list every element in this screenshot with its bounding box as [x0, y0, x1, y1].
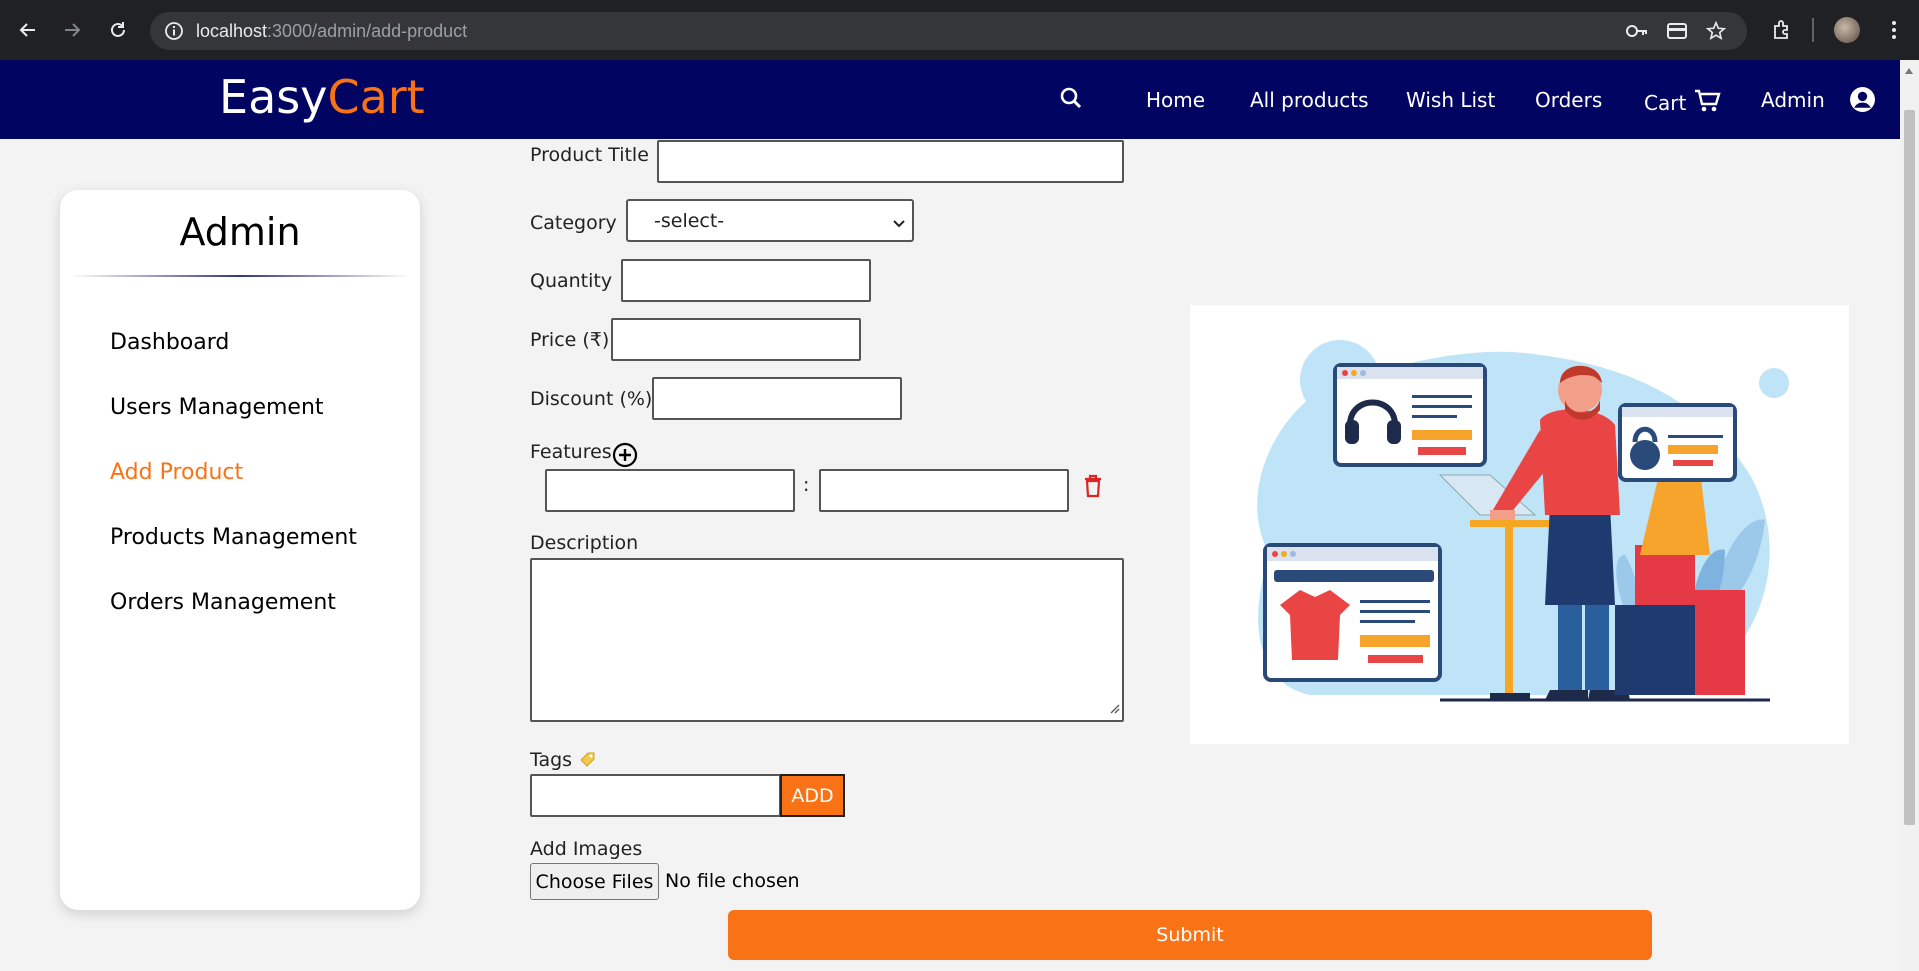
- sidebar-item-add-product[interactable]: Add Product: [110, 460, 243, 485]
- description-label: Description: [530, 532, 639, 554]
- nav-wish-list[interactable]: Wish List: [1406, 88, 1495, 112]
- forward-icon[interactable]: [58, 16, 86, 44]
- page-scrollbar[interactable]: [1900, 60, 1919, 971]
- feature-separator: :: [803, 474, 810, 496]
- nav-home[interactable]: Home: [1146, 88, 1205, 112]
- scrollbar-thumb[interactable]: [1904, 110, 1915, 825]
- sidebar-divider: [70, 275, 410, 277]
- submit-button[interactable]: Submit: [728, 910, 1652, 960]
- nav-cart[interactable]: Cart: [1644, 88, 1721, 115]
- browser-toolbar: localhost:3000/admin/add-product: [0, 0, 1919, 60]
- add-images-label: Add Images: [530, 838, 643, 860]
- key-icon[interactable]: [1625, 21, 1649, 45]
- sidebar-item-products-management[interactable]: Products Management: [110, 525, 357, 550]
- tags-label: Tags: [530, 749, 598, 771]
- scroll-up-arrow-icon[interactable]: [1905, 68, 1913, 74]
- add-feature-icon[interactable]: [612, 442, 638, 472]
- product-title-input[interactable]: [657, 140, 1124, 183]
- quantity-input[interactable]: [621, 259, 871, 302]
- back-icon[interactable]: [14, 16, 42, 44]
- reload-icon[interactable]: [104, 16, 132, 44]
- discount-label: Discount (%): [530, 388, 653, 410]
- features-label: Features: [530, 441, 612, 463]
- sidebar-item-orders-management[interactable]: Orders Management: [110, 590, 336, 615]
- add-tag-button[interactable]: ADD: [780, 774, 845, 817]
- choose-files-button[interactable]: Choose Files: [530, 863, 659, 900]
- price-label: Price (₹): [530, 329, 610, 351]
- url-text: localhost:3000/admin/add-product: [196, 21, 468, 41]
- resize-handle-icon[interactable]: [1108, 699, 1120, 718]
- search-icon[interactable]: [1059, 86, 1083, 114]
- category-label: Category: [530, 212, 617, 234]
- site-info-icon[interactable]: [164, 21, 184, 45]
- tag-icon: [580, 752, 595, 767]
- delete-feature-icon[interactable]: [1083, 474, 1103, 502]
- feature-value-input[interactable]: [819, 469, 1069, 512]
- sidebar-item-users-management[interactable]: Users Management: [110, 395, 324, 420]
- user-account-icon[interactable]: [1849, 86, 1876, 117]
- tags-input[interactable]: [530, 774, 781, 817]
- profile-avatar[interactable]: [1834, 17, 1860, 43]
- product-title-label: Product Title: [530, 144, 649, 166]
- feature-key-input[interactable]: [545, 469, 795, 512]
- menu-kebab-icon[interactable]: [1880, 16, 1908, 44]
- bookmark-star-icon[interactable]: [1705, 20, 1727, 45]
- brand-logo[interactable]: EasyCart: [219, 70, 425, 124]
- address-bar[interactable]: localhost:3000/admin/add-product: [150, 12, 1747, 50]
- chevron-down-icon: [892, 213, 906, 235]
- ecommerce-illustration-image: [1257, 340, 1789, 702]
- quantity-label: Quantity: [530, 270, 613, 292]
- extensions-icon[interactable]: [1768, 16, 1796, 44]
- description-textarea[interactable]: [530, 558, 1124, 722]
- price-input[interactable]: [611, 318, 861, 361]
- card-icon[interactable]: [1666, 21, 1688, 45]
- category-select[interactable]: -select-: [626, 199, 914, 242]
- toolbar-separator: [1812, 18, 1814, 42]
- cart-icon: [1694, 89, 1721, 112]
- file-status-text: No file chosen: [665, 870, 800, 892]
- shopping-illustration: [1190, 305, 1849, 744]
- nav-all-products[interactable]: All products: [1250, 88, 1369, 112]
- sidebar-title: Admin: [179, 210, 301, 254]
- nav-admin[interactable]: Admin: [1761, 88, 1825, 112]
- discount-input[interactable]: [652, 377, 902, 420]
- admin-sidebar: Admin Dashboard Users Management Add Pro…: [60, 190, 420, 910]
- site-navbar: EasyCart Home All products Wish List Ord…: [0, 60, 1900, 139]
- nav-orders[interactable]: Orders: [1535, 88, 1602, 112]
- sidebar-item-dashboard[interactable]: Dashboard: [110, 330, 229, 355]
